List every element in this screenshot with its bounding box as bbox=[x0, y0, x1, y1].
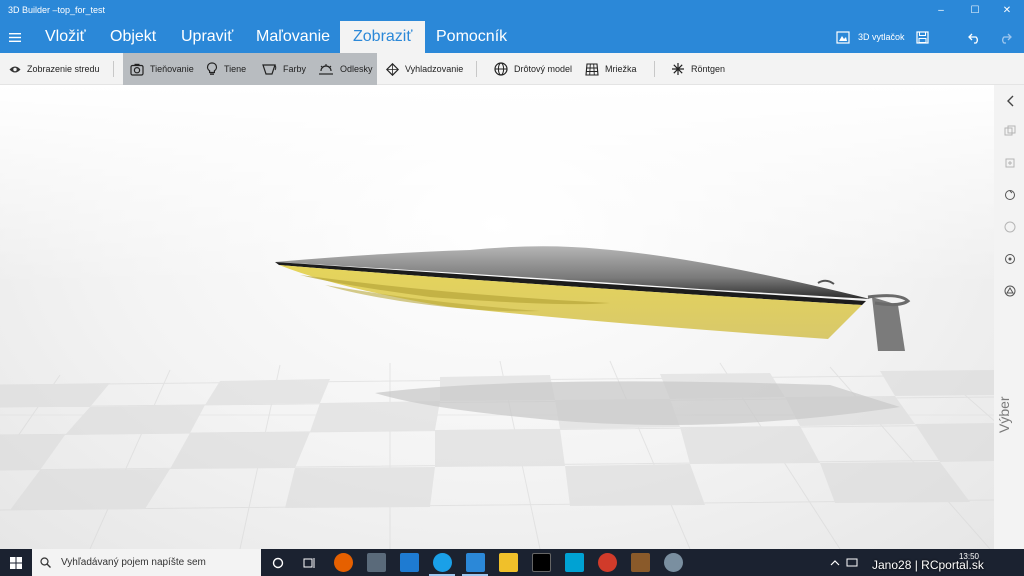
grid-toggle[interactable]: Mriežka bbox=[585, 53, 637, 85]
watermark-text: Jano28 | RCportal.sk bbox=[872, 558, 984, 572]
menu-bar: Vložiť Objekt Upraviť Maľovanie Zobraziť… bbox=[0, 21, 1024, 53]
firefox-icon[interactable] bbox=[334, 553, 353, 572]
triangle-icon[interactable] bbox=[1003, 284, 1017, 298]
colors-label: Farby bbox=[283, 64, 307, 74]
ribbon-separator bbox=[113, 61, 114, 77]
terminal-icon[interactable] bbox=[532, 553, 551, 572]
shading-label: Tieňovanie bbox=[150, 64, 194, 74]
explorer-icon[interactable] bbox=[367, 553, 386, 572]
wireframe-toggle[interactable]: Drôtový model bbox=[494, 53, 572, 85]
tray-chevron-icon[interactable] bbox=[830, 549, 840, 576]
scale-icon[interactable] bbox=[1003, 252, 1017, 266]
start-button[interactable] bbox=[0, 549, 32, 576]
ribbon-separator bbox=[654, 61, 655, 77]
copy-icon[interactable] bbox=[1003, 156, 1017, 170]
title-bar: 3D Builder –top_for_test – ☐ ✕ bbox=[0, 0, 1024, 21]
colors-toggle[interactable]: Farby bbox=[262, 53, 306, 85]
lightbulb-icon bbox=[206, 62, 218, 75]
shading-toggle[interactable]: Tieňovanie bbox=[130, 53, 194, 85]
scene-canvas bbox=[0, 85, 994, 549]
tray-network-icon[interactable] bbox=[846, 549, 858, 576]
edge-icon[interactable] bbox=[433, 553, 452, 572]
windows-logo-icon bbox=[10, 556, 22, 569]
reflections-icon bbox=[319, 64, 333, 75]
smoothing-icon bbox=[386, 62, 399, 76]
settings-app-icon[interactable] bbox=[664, 553, 683, 572]
reflections-toggle[interactable]: Odlesky bbox=[318, 53, 373, 85]
paint-bucket-icon bbox=[262, 63, 277, 75]
right-sidebar: Výber bbox=[994, 85, 1024, 549]
taskbar-search[interactable]: Vyhľadávaný pojem napíšte sem bbox=[32, 549, 261, 576]
shadows-toggle[interactable]: Tiene bbox=[206, 53, 246, 85]
print-3d-icon bbox=[836, 30, 850, 44]
cortana-icon[interactable] bbox=[268, 553, 287, 572]
smoothing-toggle[interactable]: Vyhladzovanie bbox=[386, 53, 463, 85]
wireframe-label: Drôtový model bbox=[514, 64, 573, 74]
tab-object[interactable]: Objekt bbox=[97, 21, 169, 53]
tab-insert[interactable]: Vložiť bbox=[32, 21, 99, 53]
save-icon bbox=[916, 30, 929, 44]
window-title: 3D Builder –top_for_test bbox=[8, 5, 106, 15]
tab-help[interactable]: Pomocník bbox=[423, 21, 520, 53]
grid-icon bbox=[585, 62, 599, 76]
close-button[interactable]: ✕ bbox=[990, 0, 1024, 21]
3d-print-label: 3D vytlačok bbox=[858, 32, 905, 42]
search-placeholder: Vyhľadávaný pojem napíšte sem bbox=[61, 557, 206, 568]
ribbon-separator bbox=[476, 61, 477, 77]
minecraft-icon[interactable] bbox=[631, 553, 650, 572]
shadows-label: Tiene bbox=[224, 64, 247, 74]
xray-icon bbox=[672, 63, 684, 75]
tab-view[interactable]: Zobraziť bbox=[340, 21, 426, 53]
view-ribbon: Zobrazenie stredu Tieňovanie Tiene Farby… bbox=[0, 53, 1024, 85]
search-icon bbox=[40, 557, 51, 568]
windows-taskbar: Vyhľadávaný pojem napíšte sem 13:50 bbox=[0, 549, 1024, 576]
redo-button[interactable] bbox=[998, 21, 1012, 53]
circle-select-icon[interactable] bbox=[1003, 220, 1017, 234]
3d-viewport[interactable] bbox=[0, 85, 994, 549]
undo-button[interactable] bbox=[968, 21, 982, 53]
opera-icon[interactable] bbox=[598, 553, 617, 572]
task-view-icon[interactable] bbox=[300, 553, 319, 572]
tab-edit[interactable]: Upraviť bbox=[168, 21, 246, 53]
center-view-label: Zobrazenie stredu bbox=[27, 64, 100, 74]
maximize-button[interactable]: ☐ bbox=[958, 0, 992, 21]
rotate-icon[interactable] bbox=[1003, 188, 1017, 202]
file-explorer-icon[interactable] bbox=[499, 553, 518, 572]
grid-label: Mriežka bbox=[605, 64, 637, 74]
shading-icon bbox=[130, 63, 144, 76]
xray-label: Röntgen bbox=[691, 64, 726, 74]
center-view-button[interactable]: Zobrazenie stredu bbox=[9, 53, 100, 85]
reflections-label: Odlesky bbox=[340, 64, 373, 74]
redo-icon bbox=[1002, 33, 1012, 44]
tab-paint[interactable]: Maľovanie bbox=[243, 21, 343, 53]
mail-icon[interactable] bbox=[400, 553, 419, 572]
3d-print-button[interactable]: 3D vytlačok bbox=[836, 21, 905, 53]
undo-icon bbox=[968, 33, 978, 44]
save-button[interactable] bbox=[916, 21, 929, 53]
selection-label[interactable]: Výber bbox=[996, 390, 1022, 440]
cad-app-icon[interactable] bbox=[565, 553, 584, 572]
duplicate-icon[interactable] bbox=[1003, 124, 1017, 138]
3d-builder-icon[interactable] bbox=[466, 553, 485, 572]
globe-icon bbox=[494, 62, 508, 76]
collapse-chevron-icon[interactable] bbox=[1003, 94, 1017, 108]
minimize-button[interactable]: – bbox=[924, 0, 958, 21]
smoothing-label: Vyhladzovanie bbox=[405, 64, 464, 74]
xray-toggle[interactable]: Röntgen bbox=[671, 53, 725, 85]
eye-icon bbox=[9, 66, 21, 72]
hamburger-menu-icon[interactable] bbox=[6, 28, 24, 46]
